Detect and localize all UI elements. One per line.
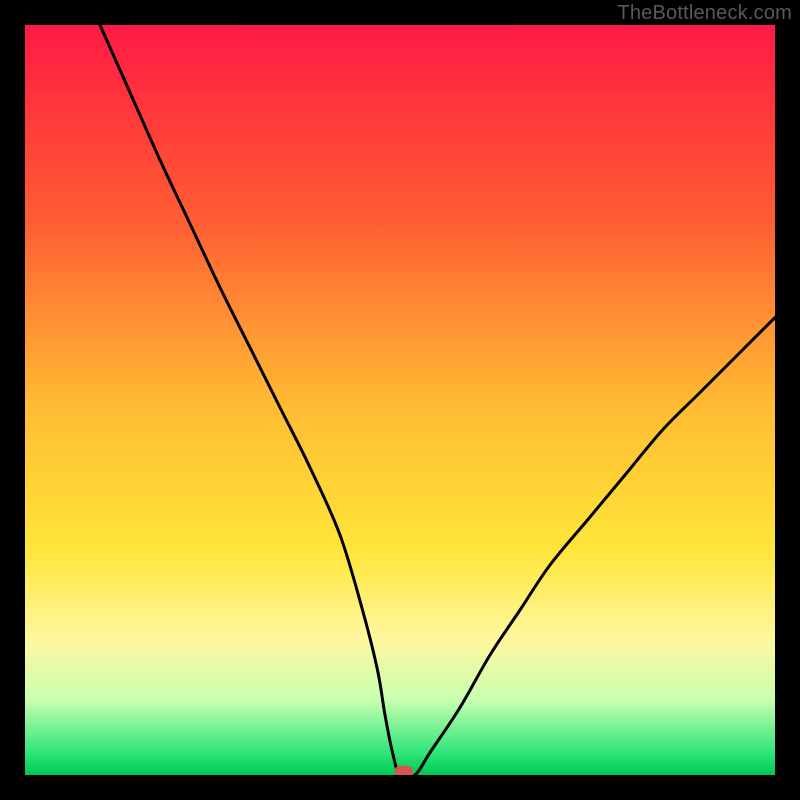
chart-background-gradient: [25, 25, 775, 775]
optimum-marker: [395, 766, 413, 775]
chart-plot-area: [25, 25, 775, 775]
watermark-text: TheBottleneck.com: [617, 2, 792, 25]
chart-svg: [25, 25, 775, 775]
chart-frame: TheBottleneck.com: [0, 0, 800, 800]
